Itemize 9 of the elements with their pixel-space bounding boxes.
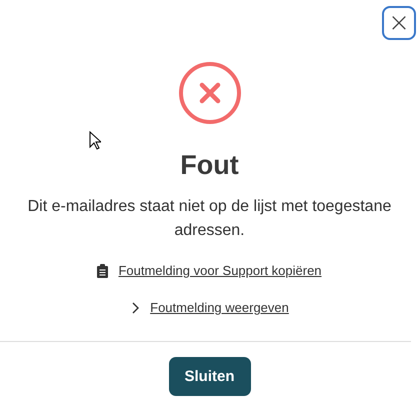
cursor-icon (89, 131, 101, 150)
dialog-title: Fout (180, 150, 239, 181)
close-button[interactable]: × (382, 6, 416, 40)
error-icon (178, 61, 242, 125)
error-message: Dit e-mailadres staat niet op de lijst met toegestane adressen. (26, 197, 392, 241)
link[interactable]: Foutmelding voor Support kopiëren (118, 263, 322, 278)
link[interactable]: Foutmelding weergeven (150, 300, 289, 315)
close-button[interactable]: Sluiten (168, 357, 250, 396)
clipboard-icon (97, 264, 108, 278)
